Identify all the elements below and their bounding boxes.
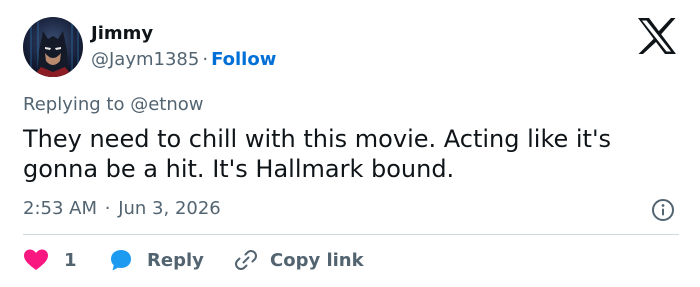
divider <box>23 234 679 235</box>
tweet-embed-card: Jimmy @Jaym1385 · Follow Replying to @etno… <box>0 0 700 287</box>
date-separator: · <box>104 198 111 219</box>
info-icon[interactable] <box>651 198 675 222</box>
like-count: 1 <box>64 249 77 271</box>
timestamp[interactable]: 2:53 AM · Jun 3, 2026 <box>23 197 221 221</box>
follow-button[interactable]: Follow <box>211 49 276 70</box>
tweet-date: Jun 3, 2026 <box>118 198 221 219</box>
tweet-text: They need to chill with this movie. Acti… <box>23 125 612 183</box>
user-handle[interactable]: @Jaym1385 <box>91 49 199 70</box>
x-logo-icon[interactable] <box>636 17 678 55</box>
display-name[interactable]: Jimmy <box>91 23 153 45</box>
reply-button[interactable]: Reply <box>108 244 204 276</box>
replying-to[interactable]: Replying to @etnow <box>23 93 203 117</box>
tweet-time: 2:53 AM <box>23 198 97 219</box>
link-icon <box>232 248 258 272</box>
handle-row: @Jaym1385 · Follow <box>91 49 276 71</box>
handle-separator: · <box>202 49 209 70</box>
copy-link-button[interactable]: Copy link <box>232 244 364 276</box>
copy-link-label: Copy link <box>270 249 364 271</box>
reply-label: Reply <box>147 249 204 271</box>
like-button[interactable]: 1 <box>23 244 77 276</box>
heart-icon <box>23 248 49 272</box>
avatar[interactable] <box>23 17 83 77</box>
speech-bubble-icon <box>108 248 134 272</box>
